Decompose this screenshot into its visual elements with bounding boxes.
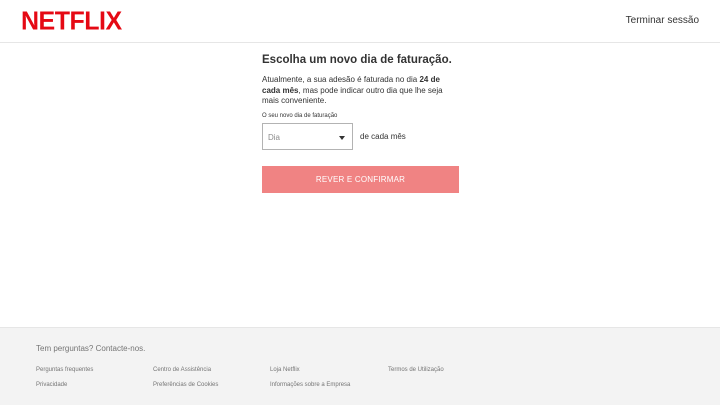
select-suffix: de cada mês: [360, 132, 406, 141]
footer-link-faq[interactable]: Perguntas frequentes: [36, 367, 93, 374]
billing-day-label: O seu novo dia de faturação: [262, 113, 338, 119]
caret-down-icon: [339, 136, 345, 140]
billing-description: Atualmente, a sua adesão é faturada no d…: [262, 75, 457, 107]
contact-link[interactable]: Tem perguntas? Contacte-nos.: [36, 344, 145, 353]
footer: Tem perguntas? Contacte-nos. Perguntas f…: [0, 327, 720, 405]
footer-link-shop[interactable]: Loja Netflix: [270, 367, 300, 374]
billing-day-panel: Escolha um novo dia de faturação. Atualm…: [262, 53, 462, 107]
footer-link-terms[interactable]: Termos de Utilização: [388, 367, 444, 374]
footer-link-cookies[interactable]: Preferências de Cookies: [153, 382, 218, 389]
desc-prefix: Atualmente, a sua adesão é faturada no d…: [262, 75, 420, 84]
footer-link-privacy[interactable]: Privacidade: [36, 382, 67, 389]
billing-day-select[interactable]: Dia: [262, 123, 353, 150]
header: NETFLIX Terminar sessão: [0, 0, 720, 44]
select-value: Dia: [268, 133, 281, 142]
header-divider: [0, 42, 720, 43]
page-title: Escolha um novo dia de faturação.: [262, 54, 452, 66]
footer-link-help-center[interactable]: Centro de Assistência: [153, 367, 211, 374]
netflix-logo[interactable]: NETFLIX: [21, 7, 122, 34]
review-confirm-button[interactable]: REVER E CONFIRMAR: [262, 166, 459, 193]
footer-link-corporate[interactable]: Informações sobre a Empresa: [270, 382, 350, 389]
sign-out-link[interactable]: Terminar sessão: [626, 15, 699, 27]
